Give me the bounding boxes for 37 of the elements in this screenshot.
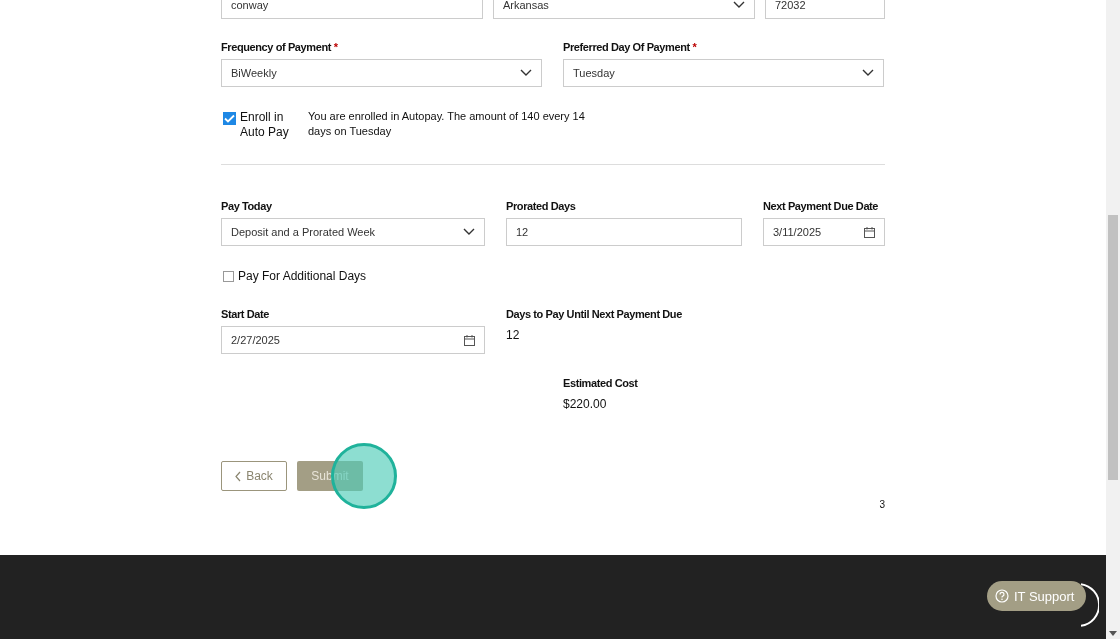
scroll-down-icon[interactable] <box>1109 631 1117 636</box>
input-field[interactable]: conway <box>221 0 483 19</box>
back-button[interactable]: Back <box>221 461 287 491</box>
checkbox-label: Enroll in Auto Pay <box>240 110 290 140</box>
dropdown[interactable]: BiWeekly <box>221 59 542 87</box>
chevron-down-icon <box>520 69 532 77</box>
input-field[interactable]: 72032 <box>765 0 885 19</box>
checkbox[interactable] <box>223 271 234 282</box>
chevron-down-icon <box>862 69 874 77</box>
input-field[interactable]: 12 <box>506 218 742 246</box>
checkbox[interactable] <box>223 112 236 125</box>
date-field[interactable]: 3/11/2025 <box>763 218 885 246</box>
field-label: Start Date <box>221 308 270 320</box>
chevron-down-icon <box>733 1 745 9</box>
dropdown[interactable]: Deposit and a Prorated Week <box>221 218 485 246</box>
field-label: Frequency of Payment * <box>221 41 339 53</box>
scroll-top-button[interactable] <box>1081 583 1099 627</box>
chevron-left-icon <box>235 470 242 482</box>
days-value: 12 <box>506 328 521 342</box>
checkbox-label: Pay For Additional Days <box>238 269 367 283</box>
cost-value: $220.00 <box>563 397 608 411</box>
field-label: Pay Today <box>221 200 273 212</box>
field-label: Prorated Days <box>506 200 577 212</box>
scrollbar-thumb[interactable] <box>1108 215 1118 480</box>
autopay-message: You are enrolled in Autopay. The amount of 140 every 14 days on Tuesday <box>308 109 586 139</box>
field-label: Days to Pay Until Next Payment Due <box>506 308 682 320</box>
calendar-icon[interactable] <box>464 334 475 346</box>
chevron-down-icon <box>463 228 475 236</box>
field-label: Next Payment Due Date <box>763 200 880 212</box>
date-field[interactable]: 2/27/2025 <box>221 326 485 354</box>
calendar-icon[interactable] <box>864 226 875 238</box>
page-number: 3 <box>878 499 885 510</box>
field-label: Preferred Day Of Payment * <box>563 41 698 53</box>
help-icon <box>995 589 1009 603</box>
dropdown[interactable]: Tuesday <box>563 59 884 87</box>
dropdown[interactable]: Arkansas <box>493 0 755 19</box>
field-label: Estimated Cost <box>563 377 639 389</box>
